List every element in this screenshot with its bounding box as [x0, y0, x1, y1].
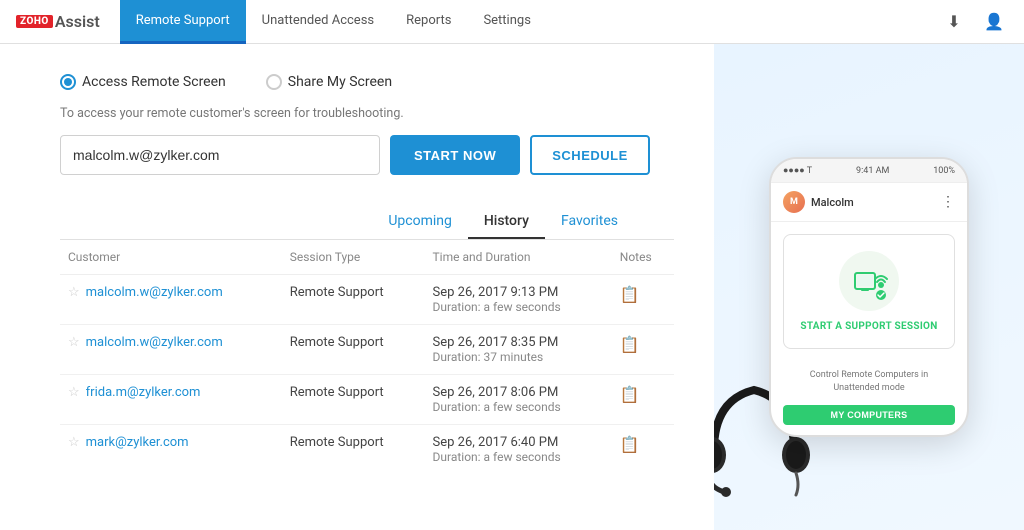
session-tabs: Upcoming History Favorites — [60, 205, 674, 240]
star-icon-3[interactable]: ☆ — [68, 435, 80, 450]
customer-cell-1: ☆ malcolm.w@zylker.com — [60, 325, 282, 375]
radio-share-screen[interactable]: Share My Screen — [266, 74, 392, 90]
phone-control-text: Control Remote Computers in Unattended m… — [783, 369, 955, 394]
notes-cell-0: 📋 — [612, 275, 674, 325]
notes-icon-1[interactable]: 📋 — [620, 335, 640, 354]
col-time: Time and Duration — [425, 240, 612, 275]
left-panel: Access Remote Screen Share My Screen To … — [0, 44, 714, 530]
time-cell-2: Sep 26, 2017 8:06 PM Duration: a few sec… — [425, 375, 612, 425]
nav-tab-reports[interactable]: Reports — [390, 0, 467, 44]
nav-tabs: Remote Support Unattended Access Reports… — [120, 0, 940, 44]
tab-upcoming[interactable]: Upcoming — [372, 205, 468, 239]
tab-favorites[interactable]: Favorites — [545, 205, 634, 239]
phone-avatar: M — [783, 191, 805, 213]
phone-my-computers-button[interactable]: MY COMPUTERS — [783, 405, 955, 425]
customer-cell-3: ☆ mark@zylker.com — [60, 425, 282, 475]
phone-bottom-section: Control Remote Computers in Unattended m… — [771, 361, 967, 434]
customer-link-3[interactable]: mark@zylker.com — [86, 435, 189, 450]
radio-access-label: Access Remote Screen — [82, 74, 226, 90]
customer-cell-0: ☆ malcolm.w@zylker.com — [60, 275, 282, 325]
radio-group: Access Remote Screen Share My Screen — [60, 74, 674, 90]
customer-link-2[interactable]: frida.m@zylker.com — [86, 385, 201, 400]
customer-cell-2: ☆ frida.m@zylker.com — [60, 375, 282, 425]
phone-start-session-label[interactable]: START A SUPPORT SESSION — [800, 321, 937, 332]
radio-access-remote[interactable]: Access Remote Screen — [60, 74, 226, 90]
form-subtitle: To access your remote customer's screen … — [60, 106, 674, 121]
notes-icon-0[interactable]: 📋 — [620, 285, 640, 304]
phone-header: M Malcolm ⋮ — [771, 183, 967, 222]
nav-tab-remote-support[interactable]: Remote Support — [120, 0, 246, 44]
session-type-cell-2: Remote Support — [282, 375, 425, 425]
nav-icons: ⬇ 👤 — [940, 8, 1008, 36]
phone-session-icon — [839, 251, 899, 311]
phone-user-row: M Malcolm — [783, 191, 854, 213]
notes-icon-2[interactable]: 📋 — [620, 385, 640, 404]
email-input[interactable] — [60, 135, 380, 175]
table-row: ☆ malcolm.w@zylker.com Remote Support Se… — [60, 275, 674, 325]
table-row: ☆ malcolm.w@zylker.com Remote Support Se… — [60, 325, 674, 375]
star-icon-1[interactable]: ☆ — [68, 335, 80, 350]
phone-mockup: ●●●● T 9:41 AM 100% M Malcolm ⋮ — [769, 157, 969, 436]
star-icon-0[interactable]: ☆ — [68, 285, 80, 300]
schedule-button[interactable]: SCHEDULE — [530, 135, 650, 175]
table-row: ☆ mark@zylker.com Remote Support Sep 26,… — [60, 425, 674, 475]
logo-area: ZOHO Assist — [16, 12, 100, 31]
phone-battery: 100% — [933, 166, 955, 176]
radio-share-circle — [266, 74, 282, 90]
input-row: START NOW SCHEDULE — [60, 135, 674, 175]
customer-link-1[interactable]: malcolm.w@zylker.com — [86, 335, 223, 350]
topnav: ZOHO Assist Remote Support Unattended Ac… — [0, 0, 1024, 44]
phone-menu-dots[interactable]: ⋮ — [941, 194, 955, 210]
tab-history[interactable]: History — [468, 205, 545, 239]
radio-access-circle — [60, 74, 76, 90]
notes-cell-1: 📋 — [612, 325, 674, 375]
col-customer: Customer — [60, 240, 282, 275]
right-panel: ●●●● T 9:41 AM 100% M Malcolm ⋮ — [714, 44, 1024, 530]
phone-time: 9:41 AM — [856, 166, 889, 176]
col-session-type: Session Type — [282, 240, 425, 275]
notes-cell-3: 📋 — [612, 425, 674, 475]
nav-tab-unattended[interactable]: Unattended Access — [246, 0, 390, 44]
notes-cell-2: 📋 — [612, 375, 674, 425]
session-type-cell-3: Remote Support — [282, 425, 425, 475]
assist-logo: Assist — [55, 12, 100, 31]
time-cell-3: Sep 26, 2017 6:40 PM Duration: a few sec… — [425, 425, 612, 475]
time-cell-0: Sep 26, 2017 9:13 PM Duration: a few sec… — [425, 275, 612, 325]
phone-signal: ●●●● T — [783, 165, 812, 176]
session-type-cell-0: Remote Support — [282, 275, 425, 325]
session-type-cell-1: Remote Support — [282, 325, 425, 375]
session-table: Customer Session Type Time and Duration … — [60, 240, 674, 474]
phone-status-bar: ●●●● T 9:41 AM 100% — [771, 159, 967, 183]
col-notes: Notes — [612, 240, 674, 275]
table-row: ☆ frida.m@zylker.com Remote Support Sep … — [60, 375, 674, 425]
phone-main-card: START A SUPPORT SESSION — [783, 234, 955, 349]
start-now-button[interactable]: START NOW — [390, 135, 520, 175]
zoho-logo: ZOHO — [16, 15, 53, 28]
nav-tab-settings[interactable]: Settings — [467, 0, 546, 44]
phone-username: Malcolm — [811, 196, 854, 209]
main-content: Access Remote Screen Share My Screen To … — [0, 44, 1024, 530]
radio-share-label: Share My Screen — [288, 74, 392, 90]
notes-icon-3[interactable]: 📋 — [620, 435, 640, 454]
customer-link-0[interactable]: malcolm.w@zylker.com — [86, 285, 223, 300]
download-icon[interactable]: ⬇ — [940, 8, 968, 36]
star-icon-2[interactable]: ☆ — [68, 385, 80, 400]
user-icon[interactable]: 👤 — [980, 8, 1008, 36]
time-cell-1: Sep 26, 2017 8:35 PM Duration: 37 minute… — [425, 325, 612, 375]
